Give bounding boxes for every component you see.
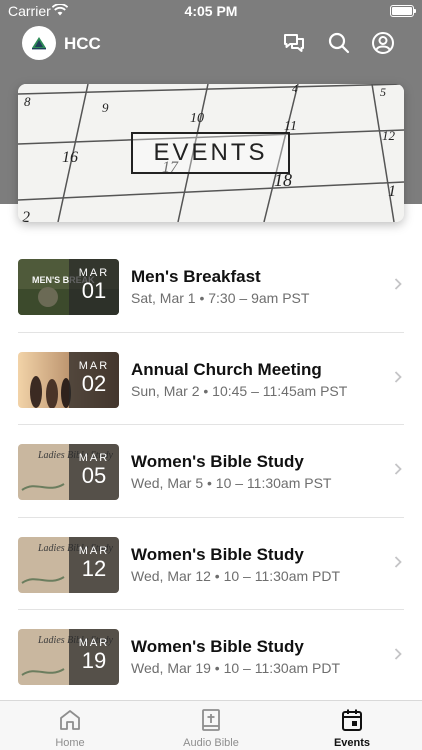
tab-label: Events	[333, 737, 371, 749]
event-datetime: Sun, Mar 2 • 10:45 – 11:45am PST	[131, 382, 348, 399]
event-title: Annual Church Meeting	[131, 359, 322, 379]
date-badge: MAR 02	[69, 351, 119, 408]
event-month: MAR	[78, 544, 110, 557]
event-day: 02	[81, 370, 107, 396]
chevron-right-icon	[394, 370, 402, 383]
calendar-number: 8	[24, 94, 31, 109]
chevron-right-icon	[394, 648, 402, 660]
tab-label: Home	[55, 737, 85, 749]
tab-events[interactable]: Events	[282, 701, 422, 750]
event-datetime: Wed, Mar 5 • 10 – 11:30am PST	[131, 475, 332, 491]
event-day: 19	[81, 648, 107, 673]
event-row[interactable]: Ladies Bible Study MAR 19 Women's Bible …	[18, 610, 404, 703]
event-thumbnail: MEN'S BREAK MAR 01	[18, 259, 119, 315]
calendar-number: 1	[388, 183, 396, 200]
event-day: 12	[81, 555, 107, 581]
events-banner: 8 9 10 4 5 11 12 16 17 18 1 2 EVENTS	[18, 84, 404, 222]
event-title: Women's Bible Study	[131, 544, 304, 564]
chevron-right-icon	[394, 278, 402, 290]
date-badge: MAR 12	[69, 536, 119, 593]
calendar-number: 12	[382, 128, 396, 143]
chevron-right-icon	[394, 463, 402, 475]
event-day: 01	[81, 278, 107, 303]
event-row[interactable]: Ladies Bible Study MAR 05 Women's Bible …	[18, 425, 404, 518]
calendar-number: 4	[292, 84, 298, 95]
event-row[interactable]: MAR 02 Annual Church Meeting Sun, Mar 2 …	[18, 333, 404, 425]
status-bar: Carrier 4:05 PM	[0, 0, 422, 22]
search-icon[interactable]	[327, 31, 351, 55]
chat-icon[interactable]	[282, 31, 306, 55]
tab-bar: Home Audio Bible Events	[0, 700, 422, 750]
banner-label: EVENTS	[131, 132, 290, 174]
calendar-number: 9	[102, 100, 109, 115]
bible-icon	[202, 709, 220, 731]
chevron-right-icon	[394, 555, 402, 568]
tab-home[interactable]: Home	[0, 701, 140, 750]
tab-label: Audio Bible	[183, 737, 239, 749]
date-badge: MAR 05	[69, 444, 119, 500]
event-row[interactable]: Ladies Bible Study MAR 12 Women's Bible …	[18, 518, 404, 610]
profile-icon[interactable]	[371, 31, 395, 55]
event-thumbnail: Ladies Bible Study MAR 19	[18, 629, 119, 685]
event-thumbnail: MAR 02	[18, 351, 119, 408]
calendar-number: 16	[62, 149, 78, 166]
event-day: 05	[81, 463, 107, 488]
calendar-number: 10	[190, 111, 204, 126]
event-thumbnail: Ladies Bible Study MAR 12	[18, 536, 119, 593]
event-datetime: Wed, Mar 12 • 10 – 11:30am PDT	[131, 567, 341, 584]
app-title: HCC	[64, 34, 101, 53]
event-thumbnail: Ladies Bible Study MAR 05	[18, 444, 119, 500]
event-row[interactable]: MEN'S BREAK MAR 01 Men's Breakfast Sat, …	[18, 240, 404, 333]
home-icon	[60, 710, 80, 730]
event-datetime: Sat, Mar 1 • 7:30 – 9am PST	[131, 290, 310, 306]
tab-audio-bible[interactable]: Audio Bible	[141, 701, 281, 750]
event-month: MAR	[78, 359, 110, 372]
status-time: 4:05 PM	[184, 3, 238, 19]
battery-icon	[390, 5, 416, 17]
event-title: Men's Breakfast	[131, 267, 261, 286]
event-title: Women's Bible Study	[131, 637, 304, 656]
mountain-logo-icon	[32, 37, 46, 50]
calendar-number: 5	[380, 85, 386, 99]
church-logo[interactable]	[22, 26, 56, 60]
event-list: MEN'S BREAK MAR 01 Men's Breakfast Sat, …	[18, 240, 404, 703]
date-badge: MAR 01	[69, 259, 119, 315]
event-title: Women's Bible Study	[131, 452, 304, 471]
date-badge: MAR 19	[69, 629, 119, 685]
event-datetime: Wed, Mar 19 • 10 – 11:30am PDT	[131, 660, 341, 676]
calendar-number: 2	[22, 209, 30, 222]
calendar-icon	[342, 709, 362, 731]
nav-bar: HCC	[0, 24, 422, 64]
